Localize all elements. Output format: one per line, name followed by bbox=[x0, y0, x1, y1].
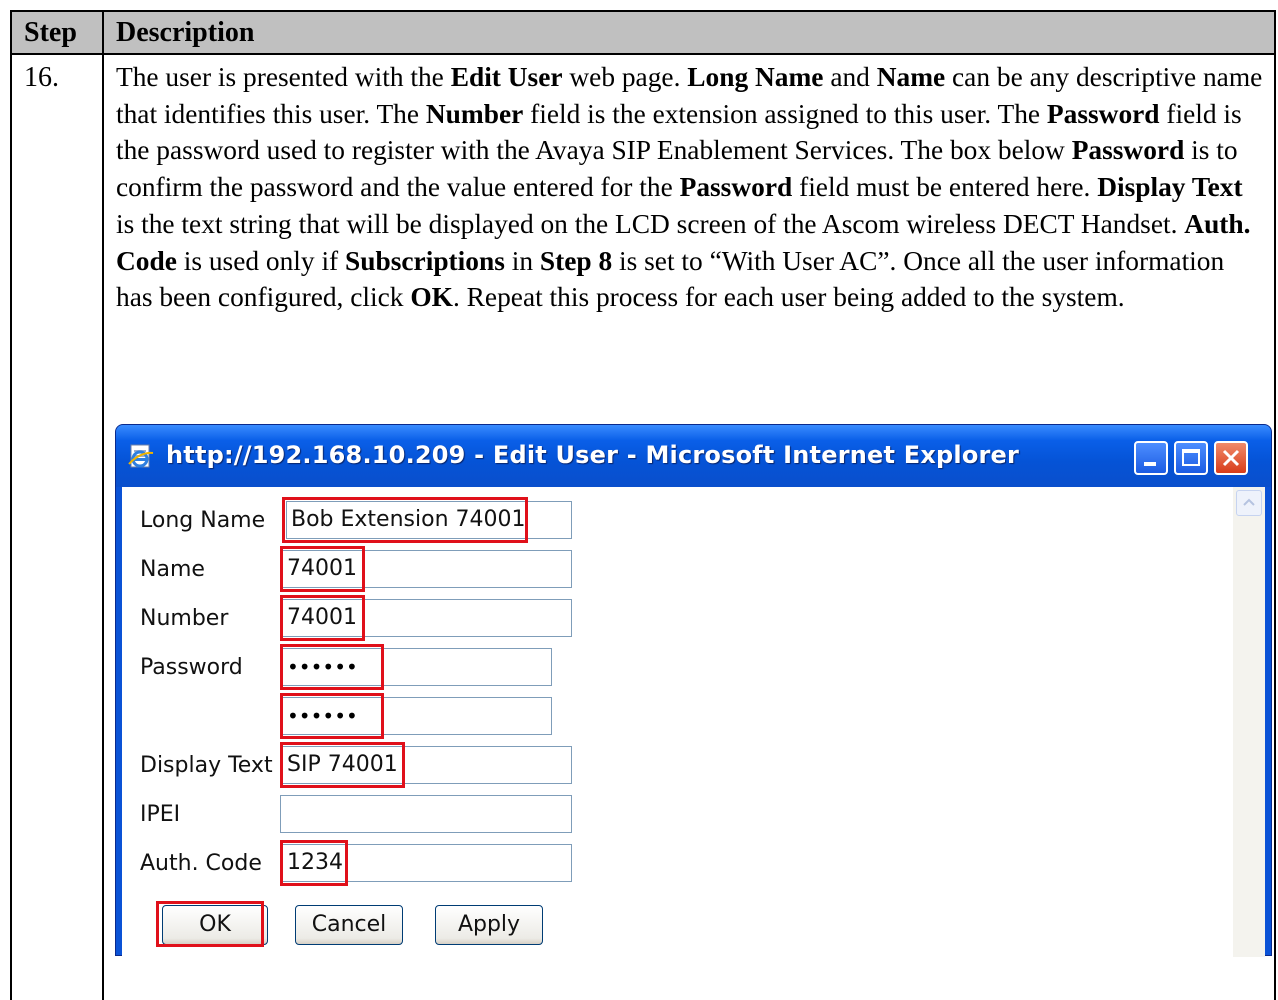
minimize-icon bbox=[1144, 462, 1156, 466]
maximize-icon bbox=[1182, 449, 1200, 466]
password-highlight bbox=[280, 644, 384, 690]
auth-code-highlight bbox=[280, 840, 348, 886]
password-label: Password bbox=[140, 655, 243, 680]
description-bold-term: OK bbox=[410, 282, 453, 313]
auth-code-label: Auth. Code bbox=[140, 851, 262, 876]
scroll-up-button[interactable] bbox=[1236, 490, 1262, 516]
close-icon bbox=[1222, 449, 1240, 467]
long-name-highlight bbox=[282, 497, 528, 543]
ipei-label: IPEI bbox=[140, 802, 181, 827]
step-number: 16. bbox=[24, 62, 59, 93]
close-button[interactable] bbox=[1214, 441, 1248, 475]
cancel-button[interactable]: Cancel bbox=[295, 905, 403, 945]
description-bold-term: Step 8 bbox=[539, 245, 613, 276]
description-text: . Repeat this process for each user bein… bbox=[452, 282, 1125, 313]
column-divider bbox=[102, 12, 104, 1000]
description-text: The user is presented with the bbox=[116, 62, 451, 92]
description-text: field is the extension assigned to this … bbox=[523, 98, 1047, 129]
description-text: is the text string that will be displaye… bbox=[116, 208, 1185, 239]
apply-button[interactable]: Apply bbox=[435, 905, 543, 945]
description-bold-term: Password bbox=[1071, 135, 1185, 166]
description-bold-term: Display Text bbox=[1097, 172, 1243, 203]
ipei-input[interactable] bbox=[280, 795, 572, 833]
display-text-highlight bbox=[280, 742, 405, 788]
description-text: web page. bbox=[562, 62, 688, 92]
long-name-label: Long Name bbox=[140, 508, 266, 533]
ie-edit-user-window: http://192.168.10.209 - Edit User - Micr… bbox=[115, 424, 1272, 957]
description-bold-term: Number bbox=[425, 98, 524, 129]
description-bold-term: Name bbox=[876, 62, 946, 92]
display-text-label: Display Text bbox=[140, 753, 273, 778]
description-bold-term: Long Name bbox=[687, 62, 824, 92]
header-description: Description bbox=[116, 17, 255, 48]
header-step: Step bbox=[24, 17, 77, 48]
description-bold-term: Password bbox=[1046, 98, 1160, 129]
window-titlebar[interactable]: http://192.168.10.209 - Edit User - Micr… bbox=[116, 425, 1271, 487]
chevron-up-icon bbox=[1243, 498, 1255, 506]
table-header-row: Step Description bbox=[12, 12, 1274, 55]
description-text: and bbox=[823, 62, 877, 92]
ie-page-icon bbox=[128, 444, 154, 468]
description-text: is used only if bbox=[176, 245, 346, 276]
step-description: The user is presented with the Edit User… bbox=[116, 59, 1266, 316]
window-title: http://192.168.10.209 - Edit User - Micr… bbox=[166, 441, 1020, 469]
description-text: field must be entered here. bbox=[792, 172, 1098, 203]
description-bold-term: Subscriptions bbox=[345, 245, 505, 276]
name-label: Name bbox=[140, 557, 205, 582]
description-bold-term: Password bbox=[679, 172, 793, 203]
password-confirm-highlight bbox=[280, 693, 384, 739]
description-text: in bbox=[504, 245, 540, 276]
ok-highlight bbox=[156, 901, 264, 947]
window-content: Long Name Bob Extension 74001 Name 74001… bbox=[122, 487, 1265, 957]
maximize-button[interactable] bbox=[1174, 441, 1208, 475]
name-highlight bbox=[280, 546, 365, 592]
vertical-scrollbar[interactable] bbox=[1233, 487, 1265, 957]
number-highlight bbox=[280, 595, 365, 641]
description-bold-term: Edit User bbox=[450, 62, 563, 92]
number-label: Number bbox=[140, 606, 229, 631]
minimize-button[interactable] bbox=[1134, 441, 1168, 475]
